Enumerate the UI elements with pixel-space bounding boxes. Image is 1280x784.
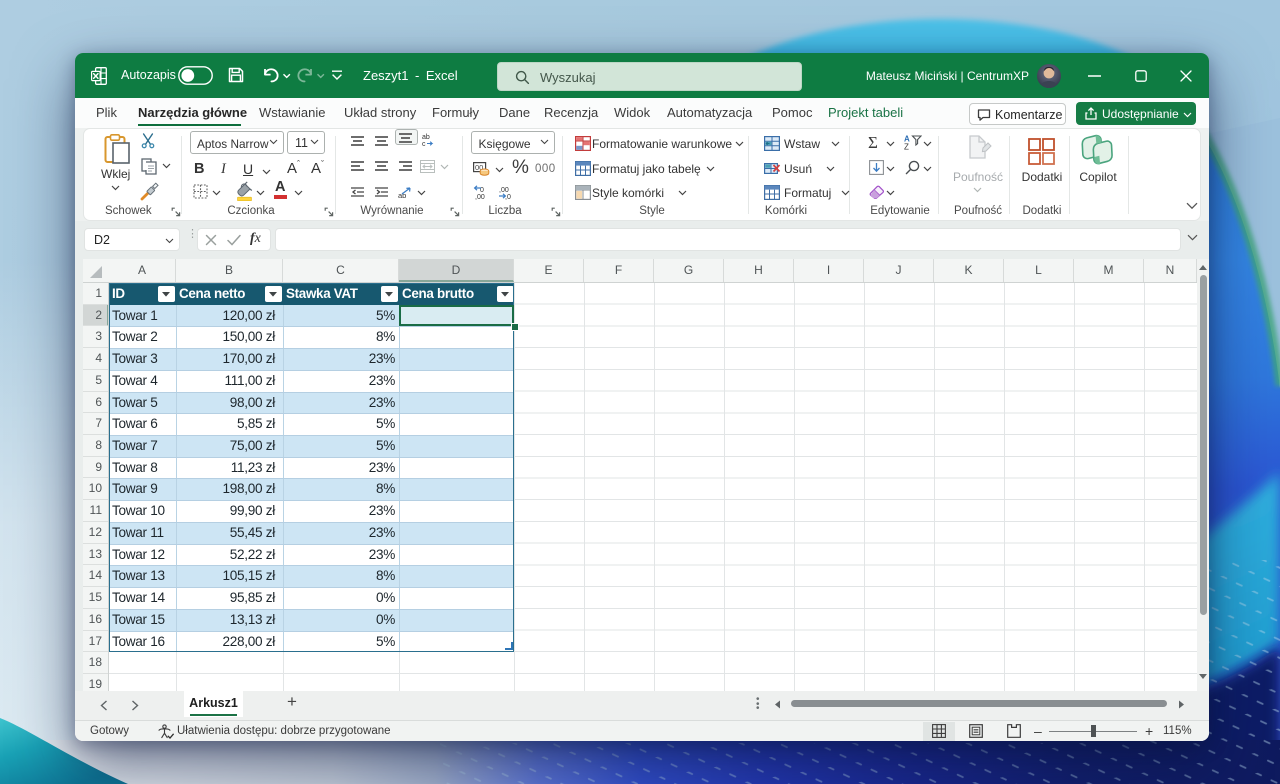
svg-text:,00: ,00 (475, 194, 485, 200)
svg-text:ab: ab (422, 134, 430, 141)
svg-text:,00: ,00 (499, 187, 509, 194)
svg-text:c: c (422, 141, 426, 147)
svg-text:,0: ,0 (505, 194, 511, 200)
svg-text:Z: Z (904, 143, 909, 151)
